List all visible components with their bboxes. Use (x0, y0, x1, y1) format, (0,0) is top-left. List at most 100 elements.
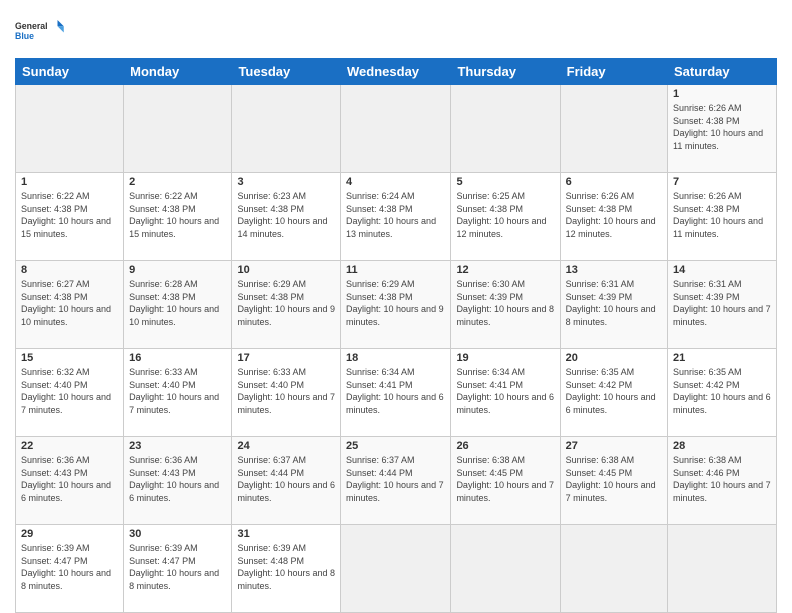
header-tuesday: Tuesday (232, 59, 341, 85)
table-cell: 28 Sunrise: 6:38 AMSunset: 4:46 PMDayligh… (668, 437, 777, 525)
calendar-row: 15 Sunrise: 6:32 AMSunset: 4:40 PMDayligh… (16, 349, 777, 437)
day-number: 13 (566, 264, 662, 276)
day-info: Sunrise: 6:26 AMSunset: 4:38 PMDaylight:… (673, 191, 763, 239)
day-info: Sunrise: 6:28 AMSunset: 4:38 PMDaylight:… (129, 279, 219, 327)
table-cell (560, 85, 667, 173)
day-info: Sunrise: 6:34 AMSunset: 4:41 PMDaylight:… (456, 367, 554, 415)
table-cell (124, 85, 232, 173)
table-cell: 14Sunrise: 6:31 AMSunset: 4:39 PMDayligh… (668, 261, 777, 349)
table-cell: 31 Sunrise: 6:39 AMSunset: 4:48 PMDayligh… (232, 525, 341, 613)
day-info: Sunrise: 6:38 AMSunset: 4:46 PMDaylight:… (673, 455, 771, 503)
day-number: 23 (129, 440, 226, 452)
day-number: 8 (21, 264, 118, 276)
table-cell: 2Sunrise: 6:22 AMSunset: 4:38 PMDaylight… (124, 173, 232, 261)
day-number: 18 (346, 352, 445, 364)
day-info: Sunrise: 6:39 AMSunset: 4:48 PMDaylight:… (237, 543, 335, 591)
svg-text:Blue: Blue (15, 31, 34, 41)
day-number: 25 (346, 440, 445, 452)
day-number: 27 (566, 440, 662, 452)
table-cell: 1Sunrise: 6:22 AMSunset: 4:38 PMDaylight… (16, 173, 124, 261)
table-cell: 23Sunrise: 6:36 AMSunset: 4:43 PMDayligh… (124, 437, 232, 525)
day-number: 4 (346, 176, 445, 188)
day-number: 19 (456, 352, 554, 364)
table-cell: 19 Sunrise: 6:34 AMSunset: 4:41 PMDayligh… (451, 349, 560, 437)
day-info: Sunrise: 6:38 AMSunset: 4:45 PMDaylight:… (456, 455, 554, 503)
day-info: Sunrise: 6:25 AMSunset: 4:38 PMDaylight:… (456, 191, 546, 239)
table-cell: 11Sunrise: 6:29 AMSunset: 4:38 PMDayligh… (341, 261, 451, 349)
day-info: Sunrise: 6:26 AMSunset: 4:38 PMDaylight:… (566, 191, 656, 239)
header-thursday: Thursday (451, 59, 560, 85)
table-cell (560, 525, 667, 613)
table-cell: 17 Sunrise: 6:33 AMSunset: 4:40 PMDayligh… (232, 349, 341, 437)
header-wednesday: Wednesday (341, 59, 451, 85)
day-number: 12 (456, 264, 554, 276)
day-info: Sunrise: 6:27 AMSunset: 4:38 PMDaylight:… (21, 279, 111, 327)
table-cell (451, 85, 560, 173)
day-number: 3 (237, 176, 335, 188)
day-info: Sunrise: 6:37 AMSunset: 4:44 PMDaylight:… (237, 455, 335, 503)
table-cell (451, 525, 560, 613)
table-cell: 26 Sunrise: 6:38 AMSunset: 4:45 PMDayligh… (451, 437, 560, 525)
table-cell: 16Sunrise: 6:33 AMSunset: 4:40 PMDayligh… (124, 349, 232, 437)
header-saturday: Saturday (668, 59, 777, 85)
day-info: Sunrise: 6:36 AMSunset: 4:43 PMDaylight:… (21, 455, 111, 503)
page: General Blue SundayMondayTuesdayWednesda… (0, 0, 792, 612)
table-cell: 25 Sunrise: 6:37 AMSunset: 4:44 PMDayligh… (341, 437, 451, 525)
day-number: 31 (237, 528, 335, 540)
table-cell: 4 Sunrise: 6:24 AMSunset: 4:38 PMDaylight… (341, 173, 451, 261)
day-info: Sunrise: 6:30 AMSunset: 4:39 PMDaylight:… (456, 279, 554, 327)
table-cell: 21 Sunrise: 6:35 AMSunset: 4:42 PMDayligh… (668, 349, 777, 437)
day-info: Sunrise: 6:35 AMSunset: 4:42 PMDaylight:… (673, 367, 771, 415)
day-info: Sunrise: 6:33 AMSunset: 4:40 PMDaylight:… (129, 367, 219, 415)
day-info: Sunrise: 6:31 AMSunset: 4:39 PMDaylight:… (566, 279, 656, 327)
header-monday: Monday (124, 59, 232, 85)
table-cell: 18 Sunrise: 6:34 AMSunset: 4:41 PMDayligh… (341, 349, 451, 437)
table-cell (341, 85, 451, 173)
table-cell: 1Sunrise: 6:26 AMSunset: 4:38 PMDaylight… (668, 85, 777, 173)
table-cell: 5Sunrise: 6:25 AMSunset: 4:38 PMDaylight… (451, 173, 560, 261)
day-number: 21 (673, 352, 771, 364)
table-cell: 27Sunrise: 6:38 AMSunset: 4:45 PMDayligh… (560, 437, 667, 525)
header-friday: Friday (560, 59, 667, 85)
day-info: Sunrise: 6:24 AMSunset: 4:38 PMDaylight:… (346, 191, 436, 239)
table-cell (341, 525, 451, 613)
day-number: 26 (456, 440, 554, 452)
table-cell: 10Sunrise: 6:29 AMSunset: 4:38 PMDayligh… (232, 261, 341, 349)
table-cell (16, 85, 124, 173)
day-info: Sunrise: 6:31 AMSunset: 4:39 PMDaylight:… (673, 279, 771, 327)
day-number: 17 (237, 352, 335, 364)
table-cell: 3Sunrise: 6:23 AMSunset: 4:38 PMDaylight… (232, 173, 341, 261)
day-number: 9 (129, 264, 226, 276)
table-cell: 12 Sunrise: 6:30 AMSunset: 4:39 PMDayligh… (451, 261, 560, 349)
day-number: 20 (566, 352, 662, 364)
day-number: 7 (673, 176, 771, 188)
header: General Blue (15, 10, 777, 50)
table-cell: 7 Sunrise: 6:26 AMSunset: 4:38 PMDaylight… (668, 173, 777, 261)
day-info: Sunrise: 6:32 AMSunset: 4:40 PMDaylight:… (21, 367, 111, 415)
table-cell (232, 85, 341, 173)
table-cell: 24Sunrise: 6:37 AMSunset: 4:44 PMDayligh… (232, 437, 341, 525)
logo-svg: General Blue (15, 10, 65, 50)
day-number: 1 (21, 176, 118, 188)
table-cell (668, 525, 777, 613)
day-info: Sunrise: 6:39 AMSunset: 4:47 PMDaylight:… (21, 543, 111, 591)
calendar-table: SundayMondayTuesdayWednesdayThursdayFrid… (15, 58, 777, 613)
day-info: Sunrise: 6:33 AMSunset: 4:40 PMDaylight:… (237, 367, 335, 415)
day-number: 1 (673, 88, 771, 100)
calendar-row: 29Sunrise: 6:39 AMSunset: 4:47 PMDayligh… (16, 525, 777, 613)
day-info: Sunrise: 6:37 AMSunset: 4:44 PMDaylight:… (346, 455, 444, 503)
day-number: 15 (21, 352, 118, 364)
day-number: 28 (673, 440, 771, 452)
table-cell: 9 Sunrise: 6:28 AMSunset: 4:38 PMDaylight… (124, 261, 232, 349)
table-cell: 13 Sunrise: 6:31 AMSunset: 4:39 PMDayligh… (560, 261, 667, 349)
calendar-row: 8 Sunrise: 6:27 AMSunset: 4:38 PMDaylight… (16, 261, 777, 349)
calendar-row: 1Sunrise: 6:22 AMSunset: 4:38 PMDaylight… (16, 173, 777, 261)
table-cell: 6 Sunrise: 6:26 AMSunset: 4:38 PMDaylight… (560, 173, 667, 261)
day-info: Sunrise: 6:29 AMSunset: 4:38 PMDaylight:… (346, 279, 444, 327)
calendar-row: 22 Sunrise: 6:36 AMSunset: 4:43 PMDayligh… (16, 437, 777, 525)
day-number: 22 (21, 440, 118, 452)
day-number: 6 (566, 176, 662, 188)
table-cell: 22 Sunrise: 6:36 AMSunset: 4:43 PMDayligh… (16, 437, 124, 525)
day-info: Sunrise: 6:34 AMSunset: 4:41 PMDaylight:… (346, 367, 444, 415)
day-number: 10 (237, 264, 335, 276)
